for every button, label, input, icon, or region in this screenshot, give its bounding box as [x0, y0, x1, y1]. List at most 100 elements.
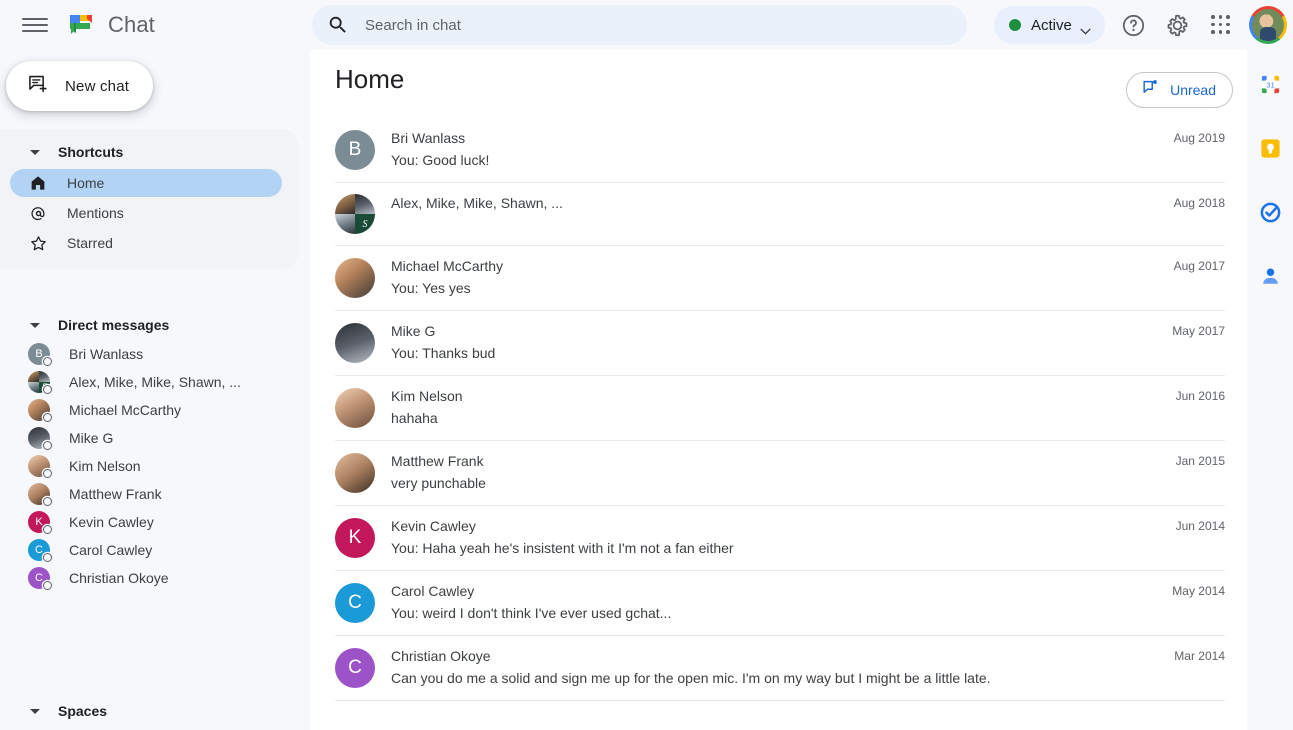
presence-indicator: [43, 469, 52, 478]
star-icon: [28, 233, 48, 253]
search-icon: [327, 14, 349, 36]
conversation-row[interactable]: C Carol Cawley You: weird I don't think I'…: [335, 571, 1225, 636]
sidebar-item-label: Mentions: [67, 205, 124, 221]
direct-messages-title: Direct messages: [58, 317, 170, 333]
account-avatar[interactable]: [1249, 6, 1287, 44]
sidebar-dm-item[interactable]: C Christian Okoye: [10, 564, 282, 592]
sidebar-dm-item[interactable]: C Carol Cawley: [10, 536, 282, 564]
search-box[interactable]: [312, 5, 967, 45]
conversation-name: Bri Wanlass: [391, 130, 466, 146]
sidebar-dm-item[interactable]: S Alex, Mike, Mike, Shawn, ...: [10, 368, 282, 396]
status-selector[interactable]: Active: [994, 6, 1105, 44]
conversation-timestamp: Aug 2018: [1173, 196, 1225, 210]
conversation-body: Bri Wanlass You: Good luck!: [391, 129, 1174, 171]
sidebar-dm-item[interactable]: Matthew Frank: [10, 480, 282, 508]
presence-indicator: [43, 441, 52, 450]
new-chat-button[interactable]: New chat: [6, 61, 154, 111]
sidebar-dm-item[interactable]: Kim Nelson: [10, 452, 282, 480]
sidebar-dm-label: Mike G: [69, 430, 114, 446]
sidebar-dm-item[interactable]: Mike G: [10, 424, 282, 452]
sidebar-item-mentions[interactable]: Mentions: [10, 199, 282, 227]
sidebar-item-label: Starred: [67, 235, 113, 251]
sidebar-dm-label: Christian Okoye: [69, 570, 169, 586]
spaces-header[interactable]: Spaces: [0, 696, 298, 726]
avatar: [335, 323, 375, 363]
gear-icon[interactable]: [1162, 10, 1192, 40]
main-panel: Home Unread B Bri Wanlass You: Good luck! A…: [310, 50, 1247, 730]
sidebar-dm-label: Carol Cawley: [69, 542, 153, 558]
conversation-row[interactable]: S Alex, Mike, Mike, Shawn, ... Aug 2018: [335, 183, 1225, 246]
sidebar-item-home[interactable]: Home: [10, 169, 282, 197]
avatar: K: [28, 511, 52, 534]
sidebar-dm-label: Alex, Mike, Mike, Shawn, ...: [69, 374, 241, 390]
avatar: K: [335, 518, 375, 558]
sidebar-item-label: Home: [67, 175, 105, 191]
conversation-preview: You: weird I don't think I've ever used …: [391, 605, 672, 621]
conversation-timestamp: Aug 2019: [1173, 131, 1225, 145]
conversation-row[interactable]: Mike G You: Thanks bud May 2017: [335, 311, 1225, 376]
new-chat-icon: [27, 73, 49, 100]
google-calendar-icon[interactable]: 31: [1258, 72, 1282, 96]
search-bar: [312, 5, 967, 45]
conversation-preview: You: Good luck!: [391, 152, 490, 168]
conversation-preview: You: Yes yes: [391, 280, 471, 296]
hamburger-menu-icon[interactable]: [22, 15, 48, 35]
conversation-timestamp: Jun 2016: [1175, 389, 1225, 403]
conversation-preview: You: Haha yeah he's insistent with it I'…: [391, 540, 734, 556]
conversation-timestamp: Jun 2014: [1175, 519, 1225, 533]
brand[interactable]: Chat: [67, 11, 155, 39]
sidebar-dm-item[interactable]: Michael McCarthy: [10, 396, 282, 424]
presence-indicator: [43, 497, 52, 506]
sidebar-dm-label: Kevin Cawley: [69, 514, 154, 530]
conversation-body: Alex, Mike, Mike, Shawn, ...: [391, 194, 1174, 213]
caret-down-icon: [30, 149, 40, 155]
sidebar-dm-item[interactable]: K Kevin Cawley: [10, 508, 282, 536]
active-status-dot: [1009, 19, 1021, 31]
top-bar: Chat Active: [0, 0, 1293, 50]
avatar: [28, 483, 52, 506]
sidebar-dm-label: Michael McCarthy: [69, 402, 182, 418]
sidebar-dm-label: Bri Wanlass: [69, 346, 144, 362]
direct-messages-list: B Bri Wanlass S Alex, Mike, Mike, Shawn, ..…: [0, 340, 298, 592]
conversation-row[interactable]: B Bri Wanlass You: Good luck! Aug 2019: [335, 118, 1225, 183]
unread-filter-button[interactable]: Unread: [1126, 72, 1233, 108]
spaces-title: Spaces: [58, 703, 108, 719]
conversation-preview: very punchable: [391, 475, 486, 491]
conversation-row[interactable]: Michael McCarthy You: Yes yes Aug 2017: [335, 246, 1225, 311]
sidebar-item-starred[interactable]: Starred: [10, 229, 282, 257]
conversation-name: Christian Okoye: [391, 648, 491, 664]
conversation-body: Kim Nelson hahaha: [391, 387, 1176, 429]
avatar: C: [335, 583, 375, 623]
home-icon: [28, 173, 48, 193]
help-circle-icon[interactable]: [1118, 10, 1148, 40]
caret-down-icon: [30, 708, 40, 714]
left-sidebar: New chat Shortcuts Home Mentions Starred…: [0, 50, 310, 730]
google-contacts-icon[interactable]: [1258, 264, 1282, 288]
google-tasks-icon[interactable]: [1258, 200, 1282, 224]
shortcuts-title: Shortcuts: [58, 144, 124, 160]
sidebar-dm-label: Matthew Frank: [69, 486, 162, 502]
conversation-row[interactable]: Matthew Frank very punchable Jan 2015: [335, 441, 1225, 506]
conversation-row[interactable]: Kim Nelson hahaha Jun 2016: [335, 376, 1225, 441]
conversation-timestamp: Aug 2017: [1173, 259, 1225, 273]
avatar: C: [28, 539, 52, 562]
conversation-row[interactable]: C Christian Okoye Can you do me a solid an…: [335, 636, 1225, 701]
conversation-row[interactable]: K Kevin Cawley You: Haha yeah he's insiste…: [335, 506, 1225, 571]
conversation-list: B Bri Wanlass You: Good luck! Aug 2019 S Alex…: [335, 118, 1225, 701]
search-input[interactable]: [365, 16, 925, 34]
avatar: B: [28, 343, 52, 366]
google-keep-icon[interactable]: [1258, 136, 1282, 160]
at-mention-icon: [28, 203, 48, 223]
presence-indicator: [43, 413, 52, 422]
calendar-day: 31: [1266, 80, 1275, 89]
conversation-preview: hahaha: [391, 410, 438, 426]
apps-grid-icon[interactable]: [1206, 10, 1236, 40]
sidebar-dm-item[interactable]: B Bri Wanlass: [10, 340, 282, 368]
presence-indicator: [43, 385, 52, 394]
google-chat-app: Chat Active: [0, 0, 1293, 730]
direct-messages-header[interactable]: Direct messages: [0, 310, 298, 340]
shortcuts-header[interactable]: Shortcuts: [0, 137, 298, 167]
presence-indicator: [43, 553, 52, 562]
presence-indicator: [43, 581, 52, 590]
conversation-name: Michael McCarthy: [391, 258, 504, 274]
